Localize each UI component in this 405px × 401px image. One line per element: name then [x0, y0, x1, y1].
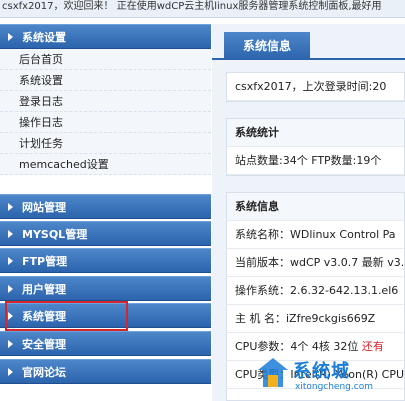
- nav-section-users[interactable]: 用户管理: [0, 276, 211, 301]
- sub-item-operation-log[interactable]: 操作日志: [0, 112, 211, 133]
- stats-title: 系统统计: [227, 119, 404, 147]
- nav-section-label: 安全管理: [22, 337, 66, 351]
- nav-section-label: FTP管理: [22, 254, 68, 268]
- cpu-note: 还有: [361, 340, 384, 353]
- last-login-text: csxfx2017，上次登录时间:20: [227, 73, 404, 101]
- sub-item-admin-home[interactable]: 后台首页: [0, 49, 211, 70]
- nav-section-label: MYSQL管理: [22, 227, 88, 241]
- house-logo-icon: [258, 358, 288, 387]
- nav-section-website[interactable]: 网站管理: [0, 194, 211, 219]
- triangle-right-icon: [8, 202, 13, 211]
- triangle-right-icon: [8, 32, 13, 41]
- info-row-version: 当前版本：wdCP v3.0.7 最新 v3.: [227, 249, 404, 277]
- sub-item-login-log[interactable]: 登录日志: [0, 91, 211, 112]
- watermark-text: 系统城: [293, 361, 350, 382]
- main-content: 系统信息 csxfx2017，上次登录时间:20 系统统计 站点数量:34个 F…: [212, 24, 405, 401]
- nav-section-label: 系统管理: [22, 309, 66, 323]
- triangle-right-icon: [8, 339, 13, 348]
- nav-section-label: 用户管理: [22, 282, 66, 296]
- cpu-params-text: CPU参数：4个 4核 32位: [235, 340, 359, 353]
- tab-system-info[interactable]: 系统信息: [224, 32, 310, 60]
- nav-section-label: 系统设置: [22, 30, 66, 44]
- tab-strip: 系统信息: [212, 24, 405, 60]
- nav-section-system-settings[interactable]: 系统设置: [0, 24, 211, 49]
- triangle-right-icon: [8, 256, 13, 265]
- info-row-os: 操作系统：2.6.32-642.13.1.el6: [227, 277, 404, 305]
- site-watermark: 系统城 xitongcheng.com: [255, 355, 405, 401]
- triangle-right-icon: [8, 367, 13, 376]
- nav-section-label: 网站管理: [22, 200, 66, 214]
- nav-section-label: 官网论坛: [22, 365, 66, 379]
- nav-section-system-management[interactable]: 系统管理: [0, 303, 211, 328]
- triangle-right-icon: [8, 229, 13, 238]
- info-row-system-name: 系统名称：WDlinux Control Pa: [227, 221, 404, 249]
- triangle-right-icon: [8, 311, 13, 320]
- sub-item-memcached-settings[interactable]: memcached设置: [0, 154, 211, 175]
- info-row-hostname: 主 机 名：iZfre9ckgis669Z: [227, 305, 404, 333]
- triangle-right-icon: [8, 284, 13, 293]
- stats-counts: 站点数量:34个 FTP数量:19个: [227, 147, 404, 175]
- sidebar-nav: 系统设置 后台首页 系统设置 登录日志 操作日志 计划任务 memcached设…: [0, 24, 211, 401]
- nav-section-forum[interactable]: 官网论坛: [0, 359, 211, 384]
- nav-section-mysql[interactable]: MYSQL管理: [0, 221, 211, 246]
- nav-section-security[interactable]: 安全管理: [0, 331, 211, 356]
- watermark-url: xitongcheng.com: [295, 382, 373, 392]
- system-settings-submenu: 后台首页 系统设置 登录日志 操作日志 计划任务 memcached设置: [0, 49, 211, 175]
- nav-section-ftp[interactable]: FTP管理: [0, 248, 211, 273]
- stats-panel: 系统统计 站点数量:34个 FTP数量:19个: [226, 118, 405, 176]
- system-info-title: 系统信息: [227, 193, 404, 221]
- welcome-panel: csxfx2017，上次登录时间:20: [226, 72, 405, 102]
- sub-item-scheduled-tasks[interactable]: 计划任务: [0, 133, 211, 154]
- welcome-banner: csxfx2017，欢迎回来！ 正在使用wdCP云主机linux服务器管理系统控…: [0, 0, 405, 18]
- sub-item-system-settings[interactable]: 系统设置: [0, 70, 211, 91]
